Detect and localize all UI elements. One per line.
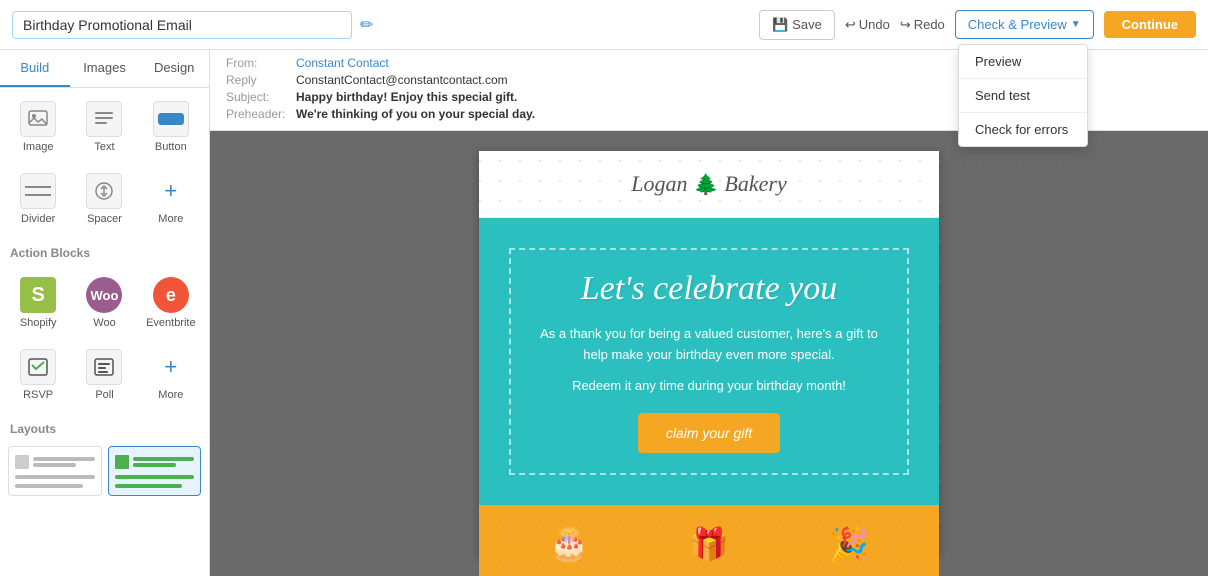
- divider-block-label: Divider: [21, 213, 55, 225]
- text-block-label: Text: [94, 141, 114, 153]
- redo-icon: ↪: [900, 17, 911, 33]
- block-text[interactable]: Text: [72, 92, 136, 162]
- email-title-input[interactable]: [12, 11, 352, 39]
- save-button[interactable]: 💾 Save: [759, 10, 835, 40]
- reply-label: Reply: [226, 73, 296, 87]
- continue-button[interactable]: Continue: [1104, 11, 1196, 38]
- action-more-icon: +: [153, 349, 189, 385]
- block-divider[interactable]: Divider: [6, 164, 70, 234]
- block-button[interactable]: Button: [139, 92, 203, 162]
- rsvp-icon: [20, 349, 56, 385]
- eventbrite-label: Eventbrite: [146, 317, 196, 329]
- footer-party-icon: 🎉: [829, 525, 869, 563]
- block-shopify[interactable]: S Shopify: [6, 268, 70, 338]
- canvas-area: Logan 🌲 Bakery Let's celebrate you As a …: [210, 131, 1208, 576]
- tab-images[interactable]: Images: [70, 50, 140, 87]
- more-blocks-label: More: [158, 213, 183, 225]
- tab-build[interactable]: Build: [0, 50, 70, 87]
- block-more[interactable]: + More: [139, 164, 203, 234]
- redo-button[interactable]: ↪ Redo: [900, 17, 945, 33]
- dropdown-item-preview[interactable]: Preview: [959, 45, 1087, 78]
- footer-cake-icon: 🎂: [549, 525, 589, 563]
- check-preview-button[interactable]: Check & Preview ▼: [955, 10, 1094, 39]
- logo-tree-icon: 🌲: [694, 172, 719, 197]
- from-label: From:: [226, 56, 296, 70]
- image-block-label: Image: [23, 141, 54, 153]
- block-poll[interactable]: Poll: [72, 340, 136, 410]
- reply-value: ConstantContact@constantcontact.com: [296, 73, 508, 87]
- layouts-label: Layouts: [0, 414, 209, 440]
- tab-design[interactable]: Design: [139, 50, 209, 87]
- subject-label: Subject:: [226, 90, 296, 104]
- woo-icon: Woo: [86, 277, 122, 313]
- save-icon: 💾: [772, 17, 788, 33]
- block-action-more[interactable]: + More: [139, 340, 203, 410]
- block-spacer[interactable]: Spacer: [72, 164, 136, 234]
- poll-label: Poll: [95, 389, 113, 401]
- text-block-icon: [86, 101, 122, 137]
- button-block-icon: [153, 101, 189, 137]
- dropdown-item-check-errors[interactable]: Check for errors: [959, 112, 1087, 146]
- rsvp-label: RSVP: [23, 389, 53, 401]
- spacer-block-label: Spacer: [87, 213, 122, 225]
- spacer-block-icon: [86, 173, 122, 209]
- layout-1[interactable]: [8, 446, 102, 496]
- poll-icon: [86, 349, 122, 385]
- divider-block-icon: [20, 173, 56, 209]
- shopify-label: Shopify: [20, 317, 57, 329]
- button-block-label: Button: [155, 141, 187, 153]
- check-preview-dropdown: Preview Send test Check for errors: [958, 44, 1088, 147]
- celebrate-heading: Let's celebrate you: [531, 270, 887, 308]
- sidebar: Build Images Design Image: [0, 50, 210, 576]
- eventbrite-icon: e: [153, 277, 189, 313]
- layouts-grid: [0, 440, 209, 502]
- block-image[interactable]: Image: [6, 92, 70, 162]
- top-bar-left: ✏: [12, 11, 373, 39]
- block-woo[interactable]: Woo Woo: [72, 268, 136, 338]
- preheader-value: We're thinking of you on your special da…: [296, 107, 535, 121]
- email-footer: 🎂 🎁 🎉: [479, 505, 939, 576]
- email-body: Let's celebrate you As a thank you for b…: [479, 218, 939, 505]
- top-bar-right: 💾 Save ↩ Undo ↪ Redo Check & Preview ▼ C…: [759, 10, 1196, 40]
- layout-2[interactable]: [108, 446, 202, 496]
- footer-gift-icon: 🎁: [689, 525, 729, 563]
- celebrate-subtext: As a thank you for being a valued custom…: [531, 324, 887, 366]
- email-header: Logan 🌲 Bakery: [479, 151, 939, 218]
- top-bar: ✏ 💾 Save ↩ Undo ↪ Redo Check & Preview ▼…: [0, 0, 1208, 50]
- more-blocks-icon: +: [153, 173, 189, 209]
- action-blocks-grid: S Shopify Woo Woo e Eventbrite: [0, 264, 209, 414]
- chevron-down-icon: ▼: [1071, 19, 1081, 30]
- logo-suffix: Bakery: [724, 171, 786, 197]
- shopify-icon: S: [20, 277, 56, 313]
- woo-label: Woo: [93, 317, 115, 329]
- dashed-border-section: Let's celebrate you As a thank you for b…: [509, 248, 909, 475]
- dropdown-item-send-test[interactable]: Send test: [959, 78, 1087, 112]
- claim-gift-button[interactable]: claim your gift: [638, 413, 780, 453]
- undo-icon: ↩: [845, 17, 856, 33]
- edit-icon[interactable]: ✏: [360, 15, 373, 35]
- block-rsvp[interactable]: RSVP: [6, 340, 70, 410]
- email-content-wrapper: Logan 🌲 Bakery Let's celebrate you As a …: [210, 131, 1208, 576]
- from-value: Constant Contact: [296, 56, 389, 70]
- undo-button[interactable]: ↩ Undo: [845, 17, 890, 33]
- email-logo: Logan 🌲 Bakery: [499, 171, 919, 197]
- preheader-label: Preheader:: [226, 107, 296, 121]
- email-frame: Logan 🌲 Bakery Let's celebrate you As a …: [479, 151, 939, 556]
- image-block-icon: [20, 101, 56, 137]
- subject-value: Happy birthday! Enjoy this special gift.: [296, 90, 517, 104]
- sidebar-tabs: Build Images Design: [0, 50, 209, 88]
- action-blocks-label: Action Blocks: [0, 238, 209, 264]
- action-more-label: More: [158, 389, 183, 401]
- logo-text: Logan: [631, 171, 687, 197]
- celebrate-redeem: Redeem it any time during your birthday …: [531, 378, 887, 393]
- block-eventbrite[interactable]: e Eventbrite: [139, 268, 203, 338]
- content-blocks-grid: Image Text: [0, 88, 209, 238]
